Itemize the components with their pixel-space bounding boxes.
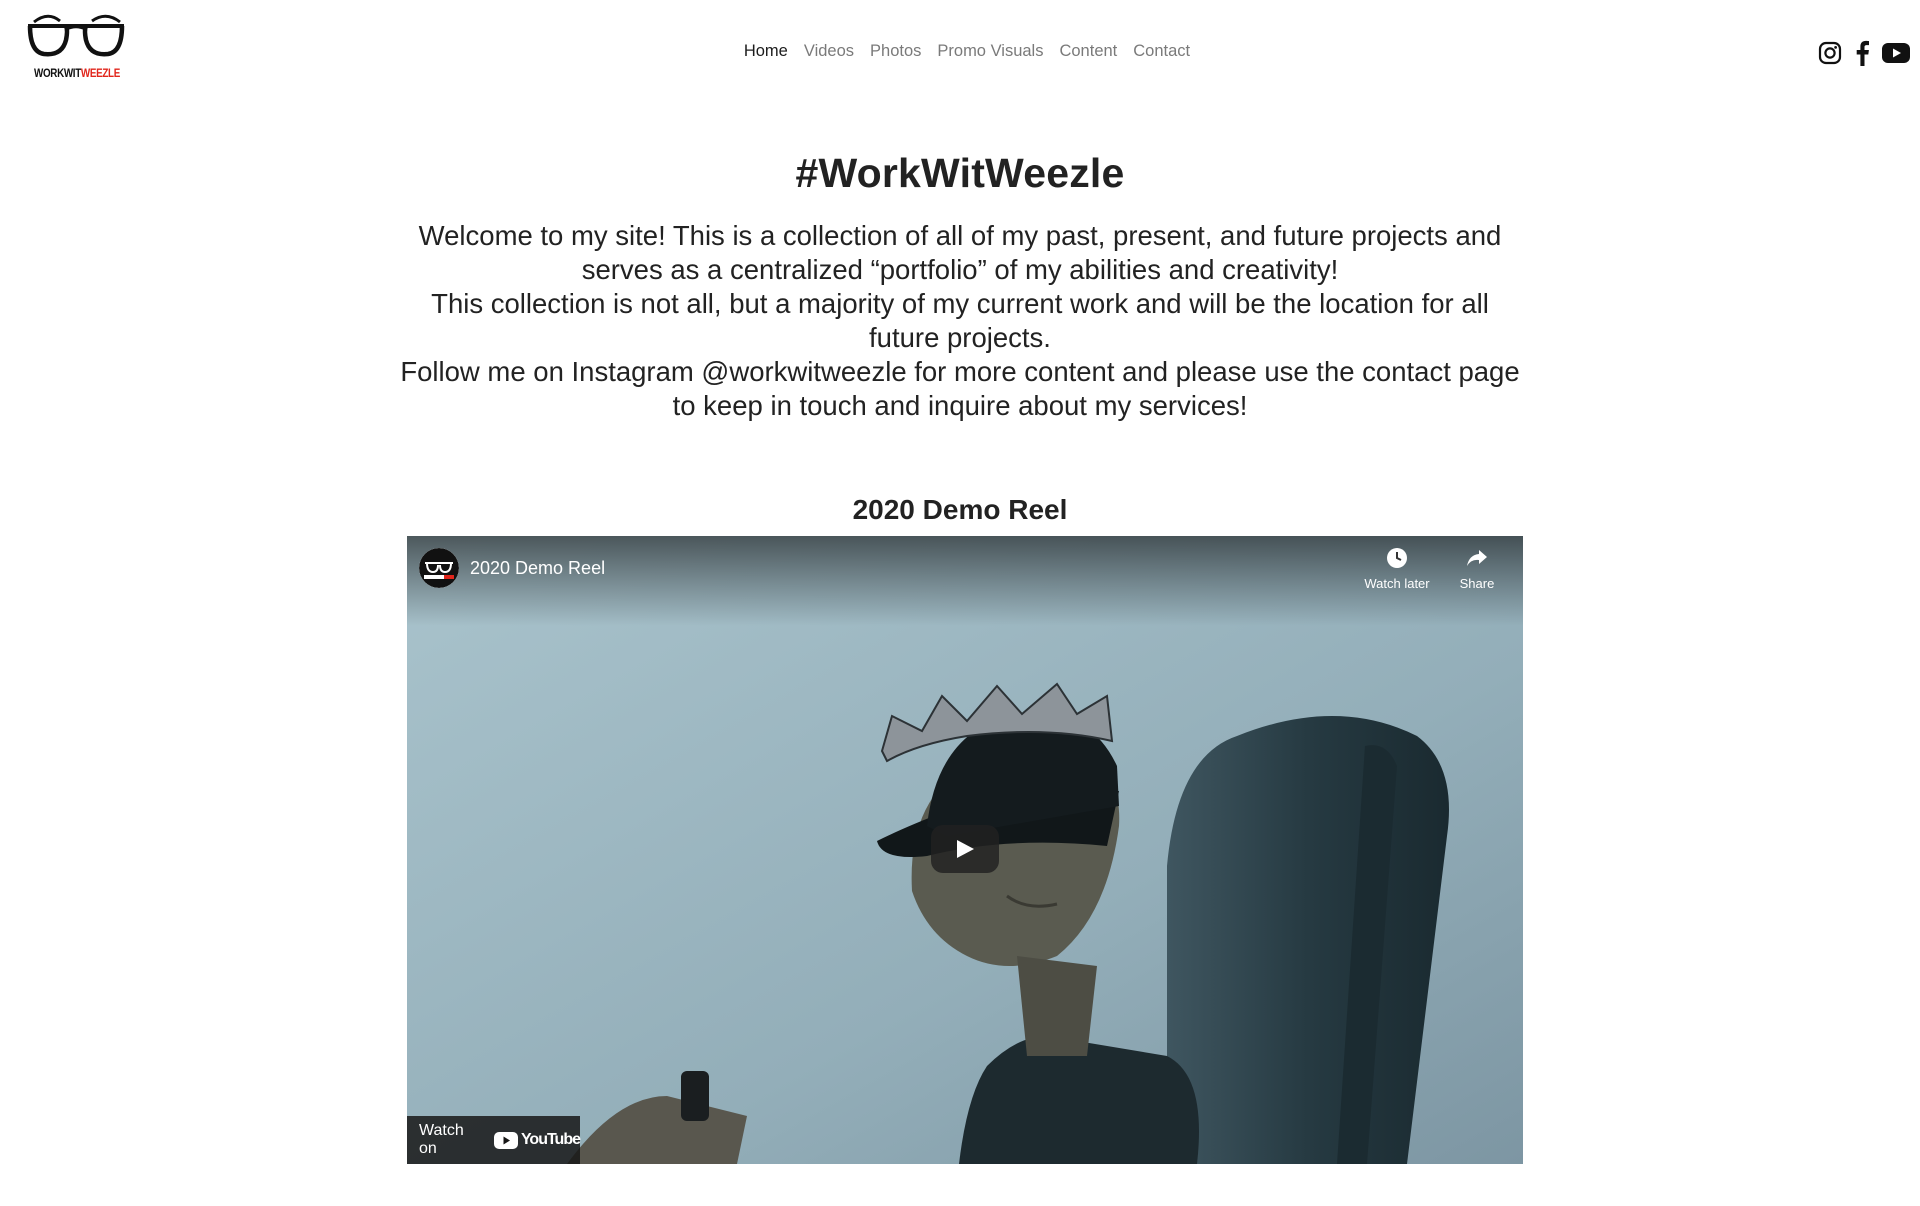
main-nav: Home Videos Photos Promo Visuals Content… — [0, 42, 1920, 61]
share-button[interactable]: Share — [1437, 546, 1517, 591]
play-button[interactable] — [931, 825, 999, 873]
watch-on-label: Watch on — [419, 1122, 464, 1157]
facebook-icon[interactable] — [1854, 40, 1870, 66]
watch-later-button[interactable]: Watch later — [1357, 546, 1437, 591]
nav-photos[interactable]: Photos — [870, 42, 921, 61]
logo-text-part2: WEEZLE — [80, 66, 120, 80]
youtube-wordmark: YouTube — [520, 1131, 581, 1148]
youtube-icon[interactable] — [1882, 43, 1910, 63]
channel-avatar[interactable] — [419, 548, 459, 588]
intro-paragraph: This collection is not all, but a majori… — [431, 288, 1489, 353]
video-embed[interactable]: 2020 Demo Reel Watch later Share Watch o… — [407, 536, 1523, 1164]
logo-text-part1: WORKWIT — [34, 66, 81, 80]
intro-text: Welcome to my site! This is a collection… — [395, 219, 1525, 423]
video-top-overlay — [407, 536, 1523, 626]
nav-contact[interactable]: Contact — [1133, 42, 1190, 61]
nav-promo-visuals[interactable]: Promo Visuals — [937, 42, 1043, 61]
clock-icon — [1357, 546, 1437, 576]
intro-paragraph: Welcome to my site! This is a collection… — [418, 220, 1502, 285]
watch-on-youtube-button[interactable]: Watch on YouTube — [407, 1116, 581, 1164]
nav-content[interactable]: Content — [1059, 42, 1117, 61]
logo-wordmark: WORKWITWEEZLE — [34, 66, 120, 80]
youtube-logo: YouTube — [493, 1131, 581, 1149]
play-icon — [957, 840, 974, 858]
watch-later-label: Watch later — [1364, 576, 1430, 591]
intro-paragraph: Follow me on Instagram @workwitweezle fo… — [400, 356, 1520, 421]
instagram-icon[interactable] — [1818, 41, 1842, 65]
reel-heading: 2020 Demo Reel — [852, 494, 1068, 525]
nav-videos[interactable]: Videos — [804, 42, 854, 61]
video-title[interactable]: 2020 Demo Reel — [470, 558, 605, 579]
page-title: #WorkWitWeezle — [795, 150, 1125, 196]
youtube-play-icon — [493, 1131, 518, 1149]
main-content: #WorkWitWeezle Welcome to my site! This … — [0, 150, 1920, 525]
social-links — [1818, 40, 1910, 66]
site-header: WORKWITWEEZLE Home Videos Photos Promo V… — [0, 0, 1920, 106]
share-arrow-icon — [1437, 546, 1517, 576]
nav-home[interactable]: Home — [744, 42, 788, 61]
share-label: Share — [1459, 576, 1495, 591]
